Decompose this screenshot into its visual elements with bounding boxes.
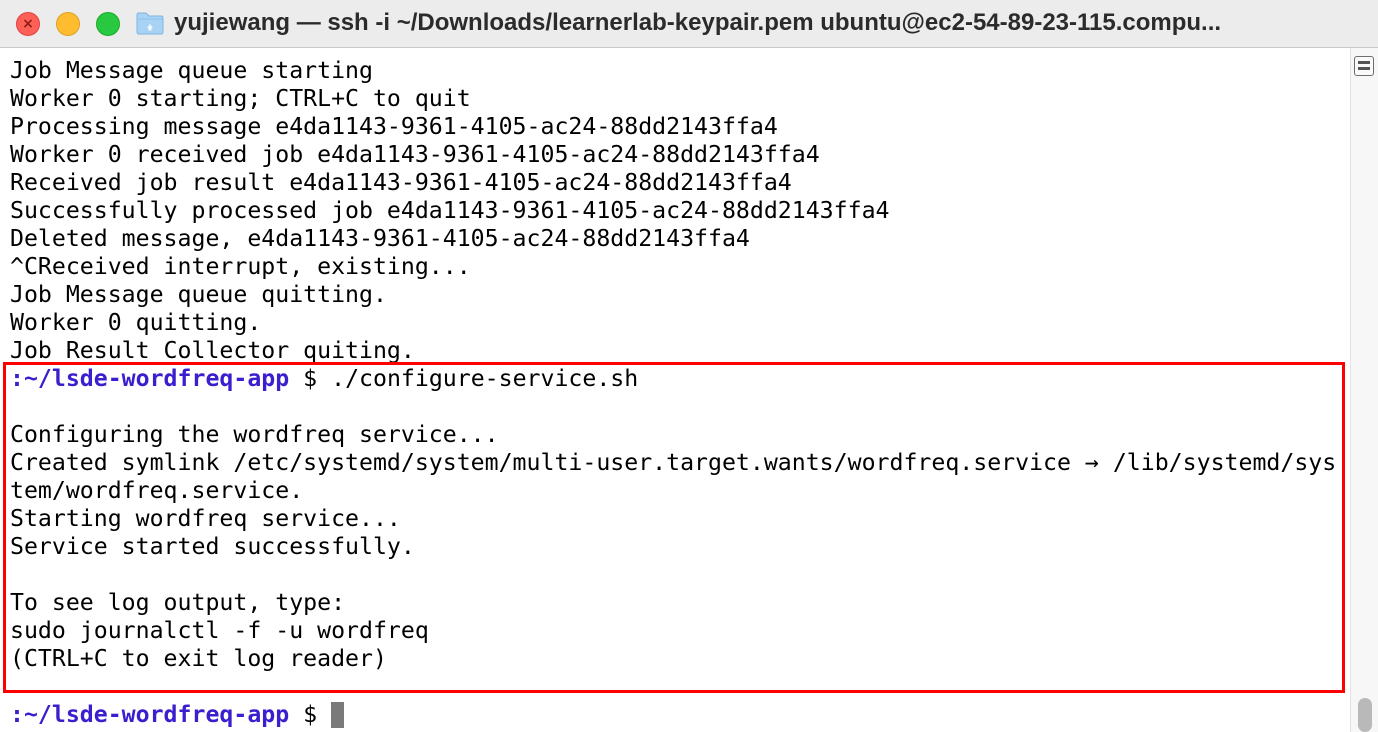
active-prompt-line[interactable]: :~/lsde-wordfreq-app $ [10,701,345,729]
output-line: Worker 0 quitting. [10,309,262,336]
output-line: Processing message e4da1143-9361-4105-ac… [10,113,778,140]
split-pane-button[interactable] [1354,56,1374,76]
output-line: Deleted message, e4da1143-9361-4105-ac24… [10,225,750,252]
prompt-path: :~/lsde-wordfreq-app [10,701,290,728]
terminal-window: × yujiewang — ssh -i ~/Downloads/learner… [0,0,1378,732]
scrollbar-thumb[interactable] [1358,698,1372,732]
output-line: Job Message queue quitting. [10,281,387,308]
split-pane-icon [1358,61,1370,64]
output-line: Job Message queue starting [10,57,373,84]
prompt-symbol: $ [303,701,318,728]
output-line: ^CReceived interrupt, existing... [10,253,471,280]
close-button[interactable]: × [16,12,40,36]
close-icon: × [22,16,34,32]
vertical-scrollbar[interactable] [1350,48,1378,732]
output-line: Received job result e4da1143-9361-4105-a… [10,169,792,196]
output-line: Worker 0 received job e4da1143-9361-4105… [10,141,820,168]
minimize-button[interactable] [56,12,80,36]
folder-icon [136,12,164,35]
zoom-button[interactable] [96,12,120,36]
title-bar[interactable]: × yujiewang — ssh -i ~/Downloads/learner… [0,0,1378,48]
window-title: yujiewang — ssh -i ~/Downloads/learnerla… [174,9,1222,36]
highlight-annotation-box [3,362,1345,693]
text-cursor [331,702,345,728]
output-line: Job Result Collector quiting. [10,337,415,364]
output-line: Successfully processed job e4da1143-9361… [10,197,890,224]
output-line: Worker 0 starting; CTRL+C to quit [10,85,471,112]
split-pane-icon [1358,67,1370,70]
